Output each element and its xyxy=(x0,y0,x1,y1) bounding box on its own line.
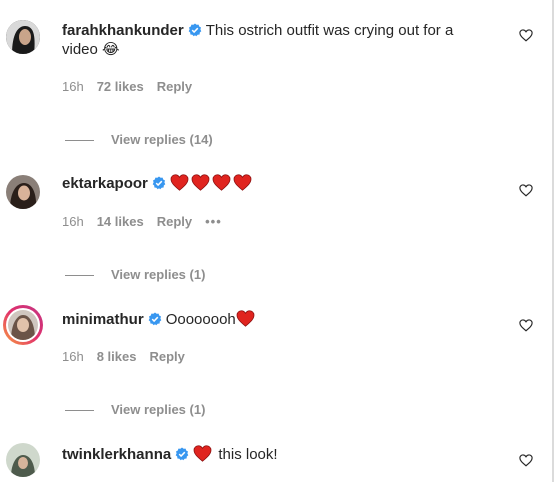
verified-badge-icon xyxy=(188,23,202,43)
red-heart-icon xyxy=(233,174,252,191)
reply-button[interactable]: Reply xyxy=(149,349,184,364)
username[interactable]: ektarkapoor xyxy=(62,175,148,192)
timestamp[interactable]: 16h xyxy=(62,79,84,94)
view-replies-button[interactable]: View replies (1) xyxy=(65,267,205,283)
comment-text xyxy=(170,174,254,197)
red-heart-icon xyxy=(236,310,257,333)
red-heart-icon xyxy=(191,174,210,191)
divider-line xyxy=(65,140,94,142)
reply-button[interactable]: Reply xyxy=(157,214,192,229)
verified-badge-icon xyxy=(152,176,166,196)
divider-line xyxy=(65,275,94,277)
reply-button[interactable]: Reply xyxy=(157,79,192,94)
red-heart-icon xyxy=(170,174,189,191)
timestamp[interactable]: 16h xyxy=(62,349,84,364)
timestamp[interactable]: 16h xyxy=(62,214,84,229)
comment-text: Oooooooh xyxy=(165,311,236,328)
likes-count[interactable]: 14 likes xyxy=(97,214,144,229)
comment-meta: 16h 8 likes Reply xyxy=(62,349,198,365)
likes-count[interactable]: 72 likes xyxy=(97,79,144,94)
avatar-image-icon xyxy=(6,443,40,477)
red-heart-icon xyxy=(212,174,231,191)
comment-text: this look! xyxy=(218,446,278,463)
comment-meta: 16h 14 likes Reply ••• xyxy=(62,214,235,230)
heart-outline-icon[interactable] xyxy=(519,29,533,42)
more-options-button[interactable]: ••• xyxy=(205,214,222,229)
comment-meta: 16h 72 likes Reply xyxy=(62,79,205,95)
username[interactable]: twinklerkhanna xyxy=(62,446,171,463)
heart-outline-icon[interactable] xyxy=(519,184,533,197)
username[interactable]: farahkhankunder xyxy=(62,22,184,39)
heart-outline-icon[interactable] xyxy=(519,319,533,332)
likes-count[interactable]: 8 likes xyxy=(97,349,137,364)
red-heart-icon xyxy=(193,445,214,468)
avatar[interactable] xyxy=(6,20,40,54)
avatar-image-icon xyxy=(6,175,40,209)
heart-outline-icon[interactable] xyxy=(519,454,533,467)
comment-text: This ostrich outfit was crying out for a xyxy=(205,22,454,39)
verified-badge-icon xyxy=(175,447,189,467)
avatar[interactable] xyxy=(6,175,40,209)
divider-line xyxy=(65,410,94,412)
comment-text-continued: video 😂 xyxy=(62,41,120,58)
view-replies-button[interactable]: View replies (1) xyxy=(65,402,205,418)
view-replies-button[interactable]: View replies (14) xyxy=(65,132,213,148)
username[interactable]: minimathur xyxy=(62,311,144,328)
verified-badge-icon xyxy=(148,312,162,332)
avatar-image-icon xyxy=(6,20,40,54)
avatar-image-icon xyxy=(8,310,38,340)
avatar[interactable] xyxy=(6,443,40,477)
avatar-story-ring[interactable] xyxy=(3,305,43,345)
